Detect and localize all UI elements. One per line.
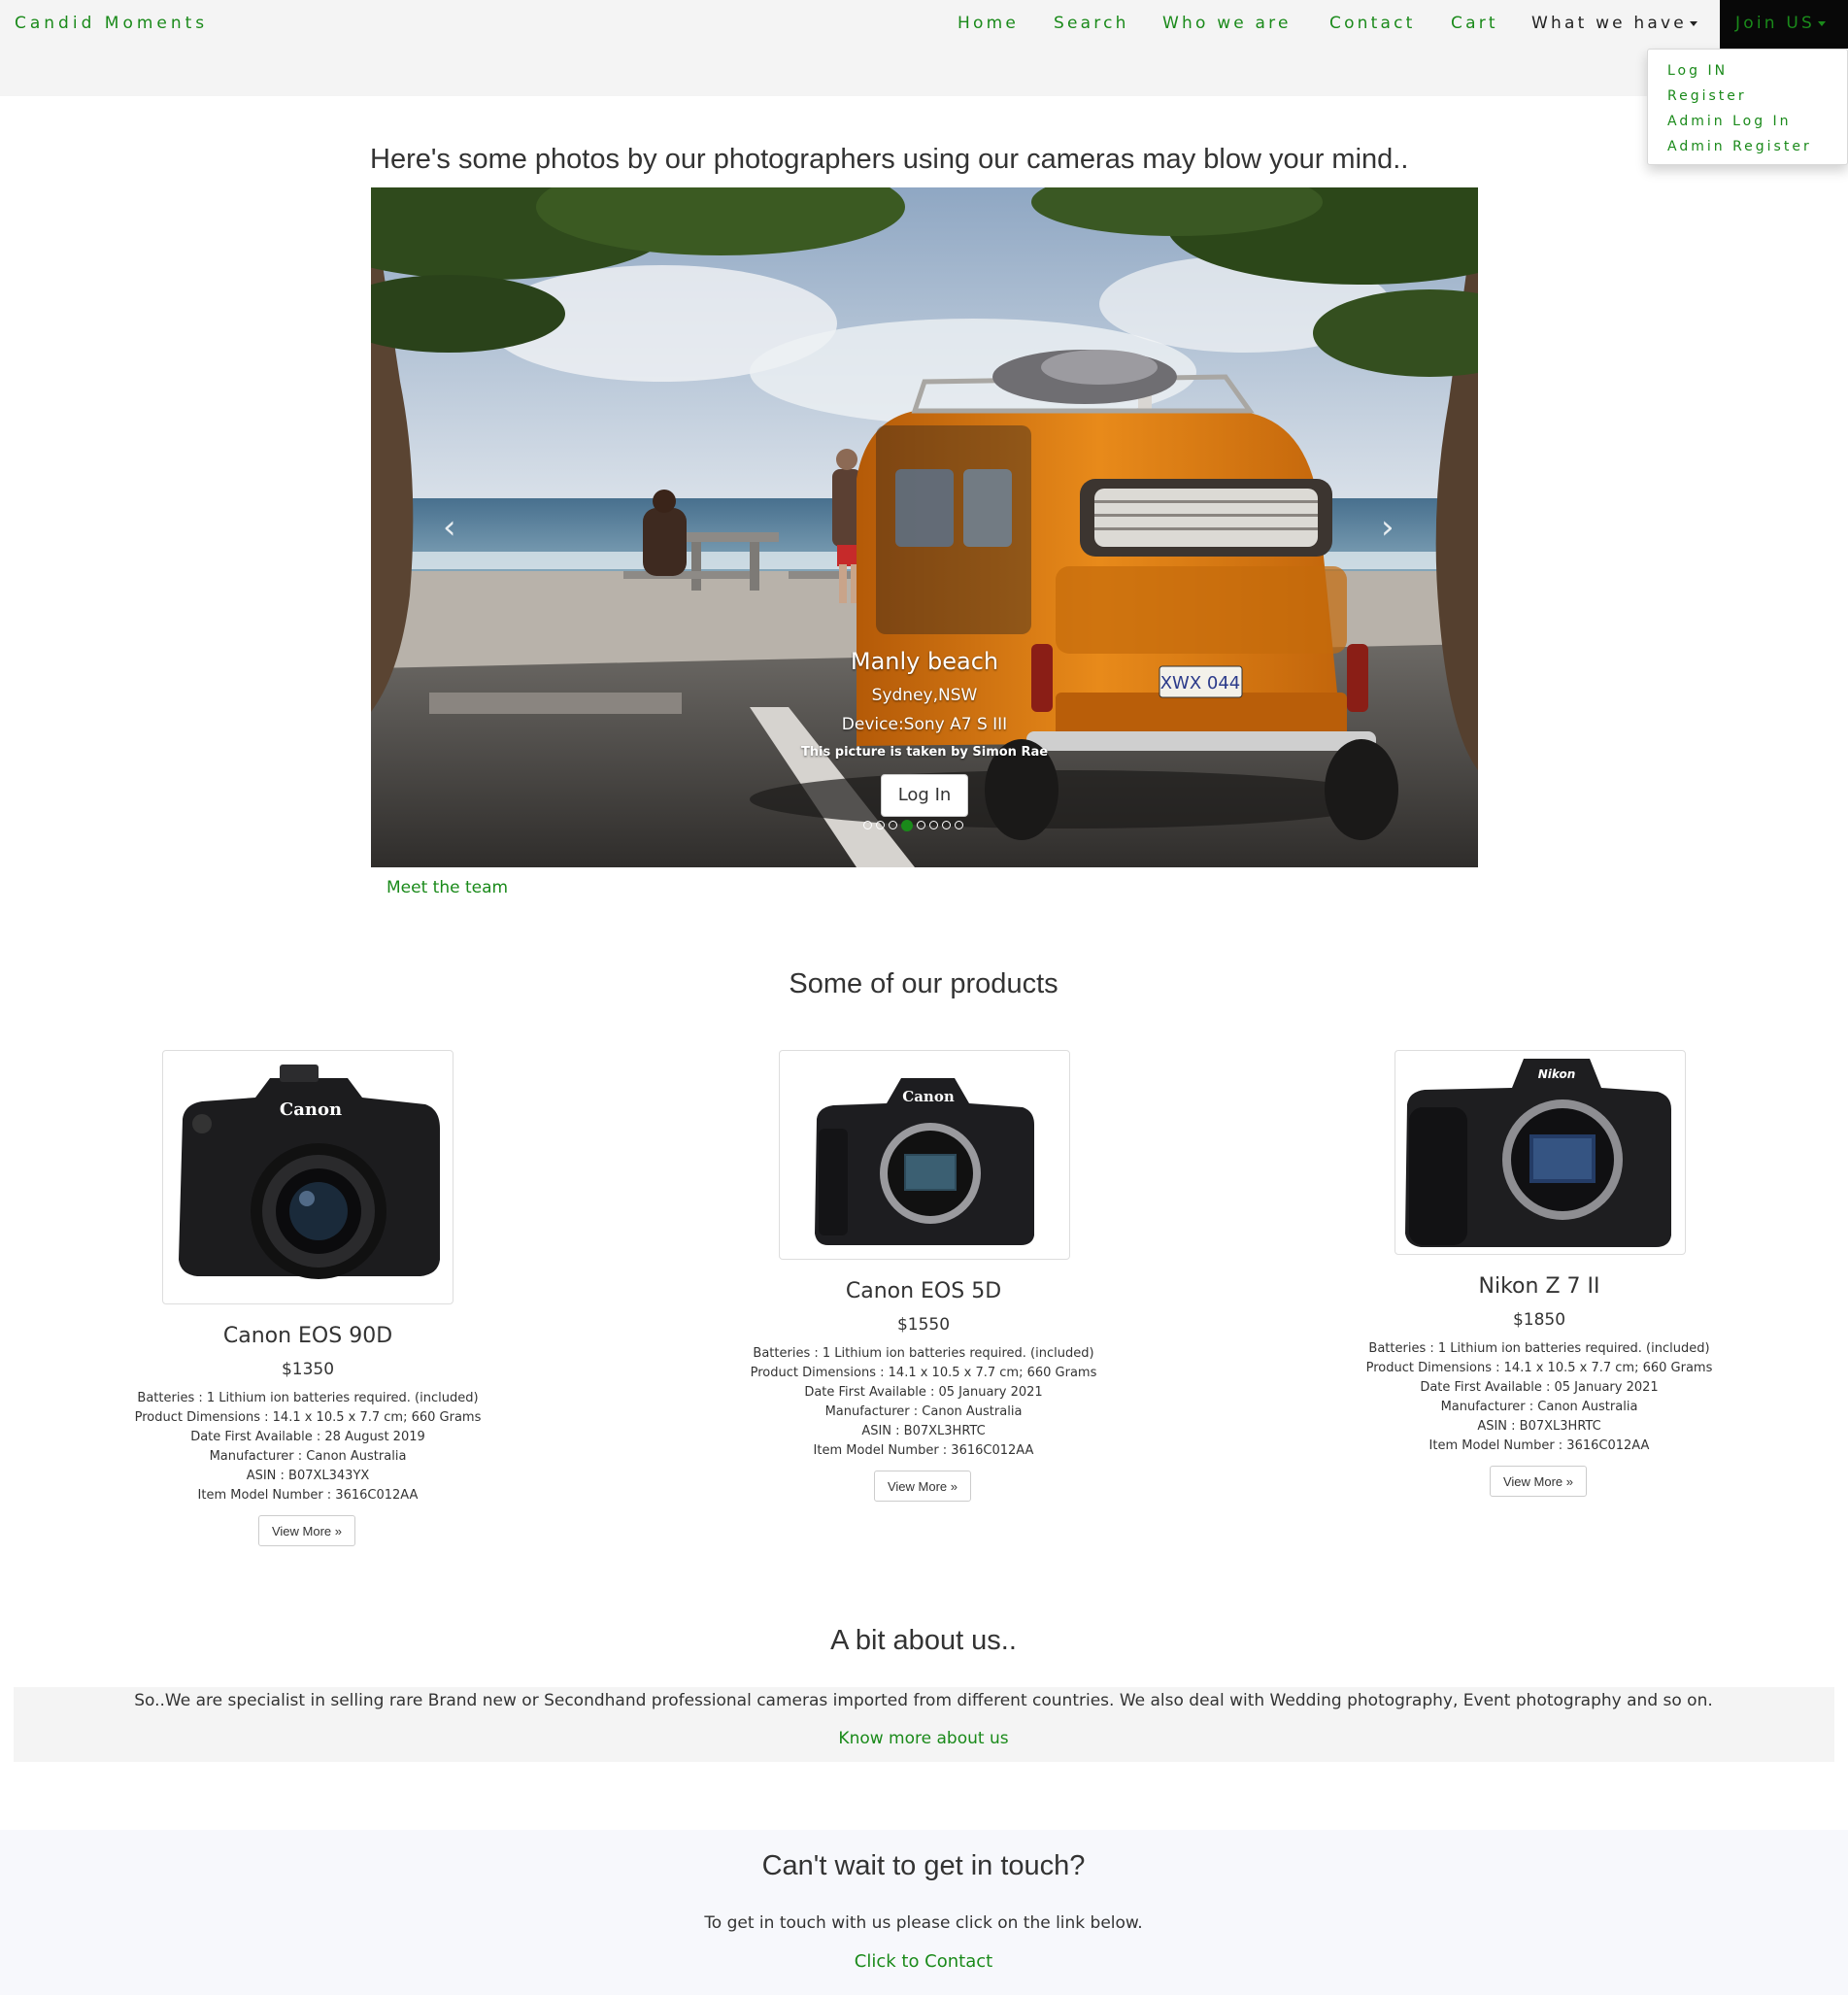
carousel-indicator-dot[interactable]: [917, 821, 925, 829]
product-specs: Batteries : 1 Lithium ion batteries requ…: [751, 1344, 1097, 1461]
product-specs: Batteries : 1 Lithium ion batteries requ…: [1366, 1339, 1713, 1456]
camera-icon: Canon: [815, 1078, 1034, 1245]
spec-batteries: Batteries : 1 Lithium ion batteries requ…: [137, 1391, 479, 1405]
carousel-indicator-dot[interactable]: [955, 821, 963, 829]
product-image-canon-eos-5d[interactable]: Canon: [779, 1050, 1070, 1260]
nav-contact[interactable]: Contact: [1329, 14, 1416, 33]
menu-item-register[interactable]: Register: [1667, 88, 1747, 104]
spec-asin: ASIN : B07XL343YX: [246, 1469, 370, 1483]
caret-down-icon: [1689, 20, 1697, 26]
about-text: So..We are specialist in selling rare Br…: [134, 1691, 1713, 1710]
nav-what-we-have-dropdown[interactable]: What we have: [1531, 14, 1697, 33]
spec-model: Item Model Number : 3616C012AA: [1428, 1438, 1650, 1453]
camera-brand-label: Canon: [902, 1088, 955, 1105]
menu-item-admin-register[interactable]: Admin Register: [1667, 139, 1812, 154]
product-name: Canon EOS 5D: [845, 1279, 1002, 1303]
spec-batteries: Batteries : 1 Lithium ion batteries requ…: [1368, 1341, 1710, 1356]
carousel-next-icon[interactable]: ›: [1381, 508, 1394, 547]
spec-dimensions: Product Dimensions : 14.1 x 10.5 x 7.7 c…: [134, 1410, 482, 1425]
spec-date: Date First Available : 28 August 2019: [190, 1430, 425, 1444]
camera-icon: Canon: [179, 1065, 440, 1279]
caret-down-icon: [1817, 20, 1826, 26]
meet-team-link[interactable]: Meet the team: [386, 878, 508, 897]
caption-device: Device:Sony A7 S III: [841, 715, 1008, 734]
caption-location: Sydney,NSW: [871, 686, 978, 705]
product-price: $1850: [1512, 1310, 1566, 1330]
camera-brand-label: Nikon: [1538, 1067, 1576, 1081]
product-specs: Batteries : 1 Lithium ion batteries requ…: [135, 1389, 482, 1505]
carousel-indicator-dot[interactable]: [901, 820, 913, 831]
product-name: Nikon Z 7 II: [1478, 1274, 1600, 1299]
photo-carousel: XWX 044 ‹ › Manly beach Sydney,NSW Devic…: [371, 187, 1478, 867]
know-more-link[interactable]: Know more about us: [838, 1729, 1008, 1748]
view-more-button[interactable]: View More »: [258, 1515, 355, 1546]
what-we-have-label: What we have: [1531, 14, 1687, 33]
spec-date: Date First Available : 05 January 2021: [804, 1385, 1043, 1400]
carousel-indicators: [863, 820, 963, 832]
menu-item-log-in[interactable]: Log IN: [1667, 63, 1728, 79]
carousel-indicator-dot[interactable]: [929, 821, 938, 829]
spec-manufacturer: Manufacturer : Canon Australia: [209, 1449, 407, 1464]
carousel-prev-icon[interactable]: ‹: [443, 508, 456, 547]
caption-title: Manly beach: [850, 648, 999, 675]
nav-cart[interactable]: Cart: [1451, 14, 1498, 33]
spec-dimensions: Product Dimensions : 14.1 x 10.5 x 7.7 c…: [750, 1366, 1097, 1380]
join-us-label: Join US: [1735, 14, 1815, 33]
about-heading: A bit about us..: [830, 1625, 1017, 1656]
carousel-photo: XWX 044: [371, 187, 1478, 867]
gallery-heading: Here's some photos by our photographers …: [370, 144, 1409, 175]
join-us-dropdown[interactable]: Join US: [1720, 0, 1848, 49]
spec-dimensions: Product Dimensions : 14.1 x 10.5 x 7.7 c…: [1365, 1361, 1713, 1375]
camera-brand-label: Canon: [280, 1099, 342, 1120]
menu-item-admin-log-in[interactable]: Admin Log In: [1667, 114, 1792, 129]
caption-credit: This picture is taken by Simon Rae: [800, 745, 1049, 760]
spec-model: Item Model Number : 3616C012AA: [813, 1443, 1034, 1458]
spec-manufacturer: Manufacturer : Canon Australia: [1440, 1400, 1638, 1414]
products-heading: Some of our products: [789, 968, 1058, 999]
spec-batteries: Batteries : 1 Lithium ion batteries requ…: [753, 1346, 1094, 1361]
carousel-indicator-dot[interactable]: [889, 821, 897, 829]
nav-home[interactable]: Home: [958, 14, 1019, 33]
carousel-indicator-dot[interactable]: [942, 821, 951, 829]
contact-text: To get in touch with us please click on …: [704, 1913, 1143, 1933]
spec-model: Item Model Number : 3616C012AA: [197, 1488, 419, 1503]
view-more-button[interactable]: View More »: [1490, 1466, 1587, 1497]
spec-asin: ASIN : B07XL3HRTC: [861, 1424, 986, 1438]
nav-search[interactable]: Search: [1054, 14, 1129, 33]
product-name: Canon EOS 90D: [222, 1324, 393, 1348]
product-price: $1350: [281, 1360, 335, 1379]
camera-icon: Nikon: [1405, 1059, 1671, 1247]
contact-heading: Can't wait to get in touch?: [761, 1850, 1086, 1881]
spec-date: Date First Available : 05 January 2021: [1420, 1380, 1659, 1395]
product-price: $1550: [896, 1315, 951, 1335]
carousel-indicator-dot[interactable]: [863, 821, 872, 829]
join-us-menu: Log IN Register Admin Log In Admin Regis…: [1647, 49, 1848, 165]
brand-logo[interactable]: Candid Moments: [15, 14, 208, 33]
carousel-indicator-dot[interactable]: [876, 821, 885, 829]
view-more-button[interactable]: View More »: [874, 1471, 971, 1502]
license-plate: XWX 044: [1160, 673, 1241, 693]
click-to-contact-link[interactable]: Click to Contact: [855, 1951, 992, 1972]
product-image-nikon-z7ii[interactable]: Nikon: [1394, 1050, 1686, 1255]
carousel-login-button[interactable]: Log In: [881, 774, 968, 817]
spec-manufacturer: Manufacturer : Canon Australia: [824, 1404, 1023, 1419]
nav-who-we-are[interactable]: Who we are: [1162, 14, 1292, 33]
spec-asin: ASIN : B07XL3HRTC: [1477, 1419, 1601, 1434]
product-image-canon-eos-90d[interactable]: Canon: [162, 1050, 454, 1304]
